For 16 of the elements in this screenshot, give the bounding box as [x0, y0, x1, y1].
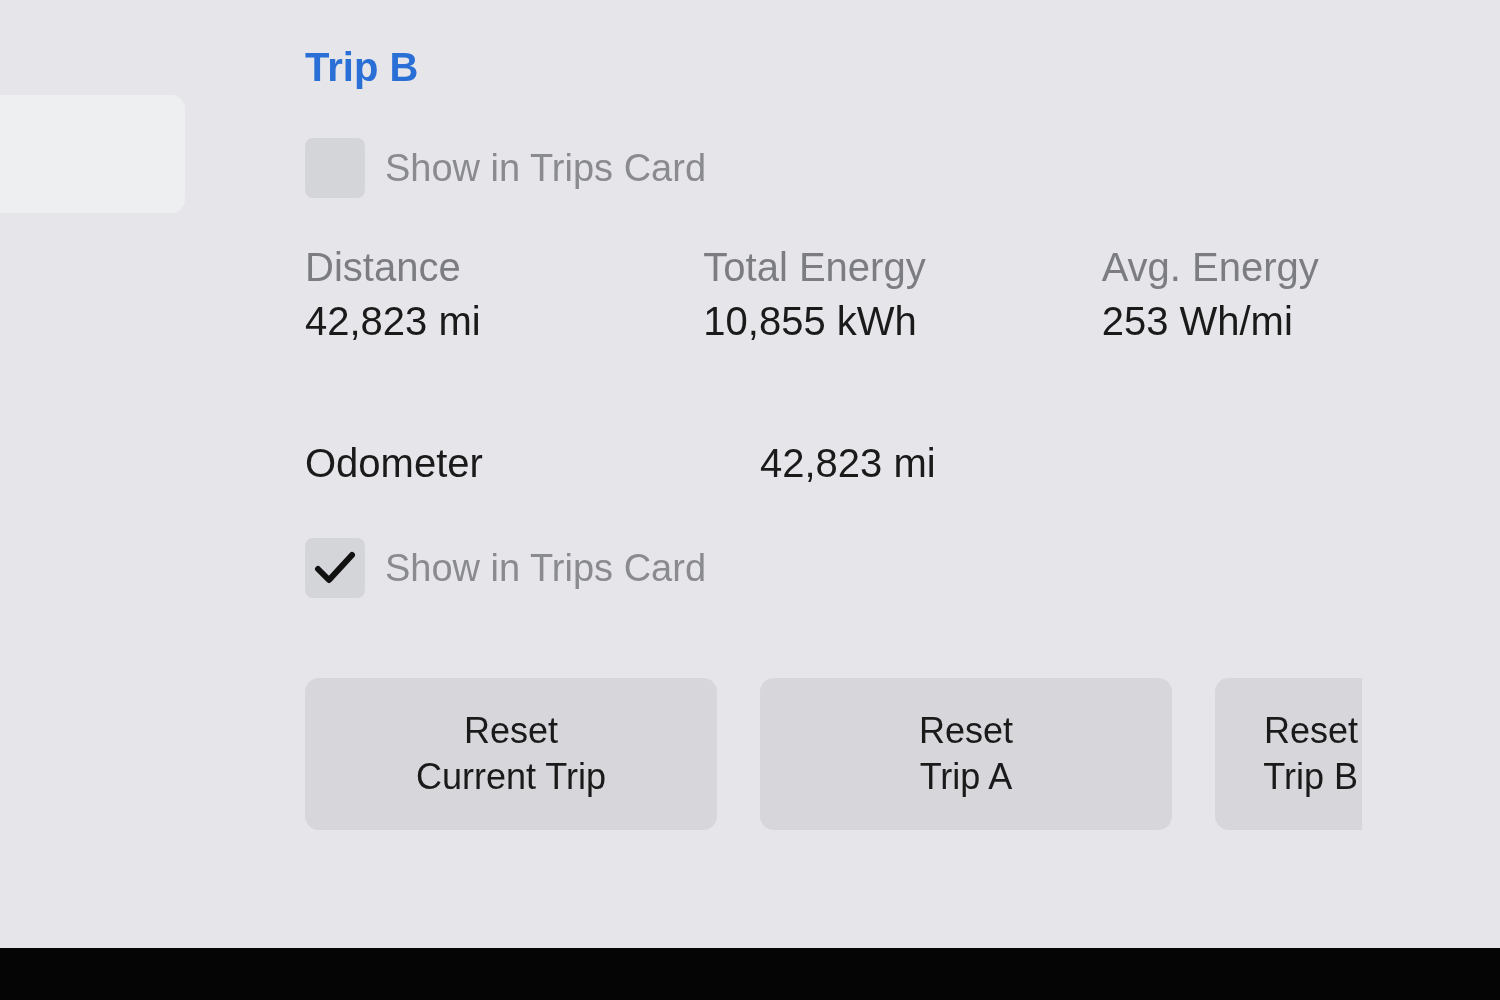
section-title: Trip B: [305, 44, 420, 91]
checkbox-label: Show in Trips Card: [385, 545, 706, 591]
stat-value: 253 Wh/mi: [1101, 298, 1294, 345]
stat-label: Avg. Energy: [1101, 244, 1320, 291]
reset-button[interactable]: Reset Trip B: [1215, 678, 1362, 830]
stat-value: 10,855 kWh: [703, 298, 918, 345]
check-icon: [314, 550, 356, 586]
checkbox[interactable]: [305, 538, 365, 598]
stat-value: 42,823 mi: [305, 298, 482, 345]
reset-button[interactable]: Reset Current Trip: [305, 678, 717, 830]
stat-label: Total Energy: [703, 244, 927, 291]
reset-button[interactable]: Reset Trip A: [760, 678, 1172, 830]
odometer-value: 42,823 mi: [760, 440, 936, 487]
checkbox-label: Show in Trips Card: [385, 145, 706, 191]
stat-label: Distance: [305, 244, 462, 291]
odometer-label: Odometer: [305, 440, 484, 487]
